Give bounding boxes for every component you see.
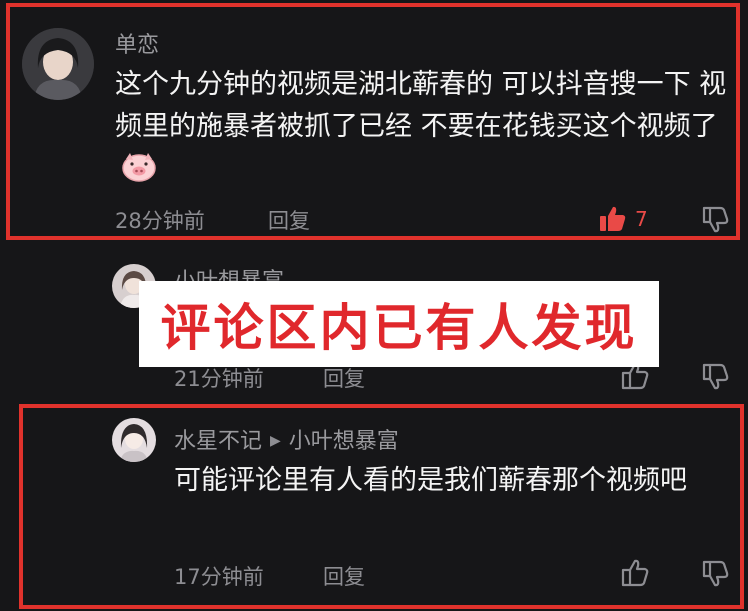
reply-button[interactable]: 回复 xyxy=(323,363,365,393)
comment-text: 这个九分钟的视频是湖北蕲春的 可以抖音搜一下 视频里的施暴者被抓了已经 不要在花… xyxy=(115,64,727,190)
thumbs-up-filled-icon xyxy=(600,206,626,231)
like-button[interactable] xyxy=(598,205,628,233)
thumbs-up-icon xyxy=(621,559,649,587)
thumbs-down-icon xyxy=(702,560,729,587)
pig-face-emoji-icon xyxy=(121,151,157,183)
reply-button[interactable]: 回复 xyxy=(323,561,365,591)
avatar-portrait-icon xyxy=(22,28,94,100)
dislike-button[interactable] xyxy=(700,205,730,233)
avatar[interactable] xyxy=(22,28,94,100)
thumbs-down-icon xyxy=(702,363,729,390)
comment-username[interactable]: 水星不记 xyxy=(174,429,262,454)
comment-time: 21分钟前 xyxy=(174,367,264,391)
comment-text: 可能评论里有人看的是我们蕲春那个视频吧 xyxy=(174,465,687,496)
dislike-button[interactable] xyxy=(700,559,730,587)
thumbs-down-icon xyxy=(702,206,729,233)
reply-button[interactable]: 回复 xyxy=(268,205,310,235)
avatar[interactable] xyxy=(112,418,156,462)
dislike-button[interactable] xyxy=(700,362,730,390)
reply-to-username[interactable]: 小叶想暴富 xyxy=(289,429,399,454)
comment-time: 28分钟前 xyxy=(115,209,205,233)
overlay-caption: 评论区内已有人发现 xyxy=(139,281,659,367)
comment-username[interactable]: 单恋 xyxy=(115,27,159,59)
avatar-portrait-icon xyxy=(112,418,156,462)
comment-username-line: 水星不记 ▶ 小叶想暴富 xyxy=(174,423,399,455)
comment-time: 17分钟前 xyxy=(174,565,264,589)
reply-arrow-icon: ▶ xyxy=(270,433,281,449)
like-button[interactable] xyxy=(620,559,650,587)
like-count: 7 xyxy=(635,207,648,231)
